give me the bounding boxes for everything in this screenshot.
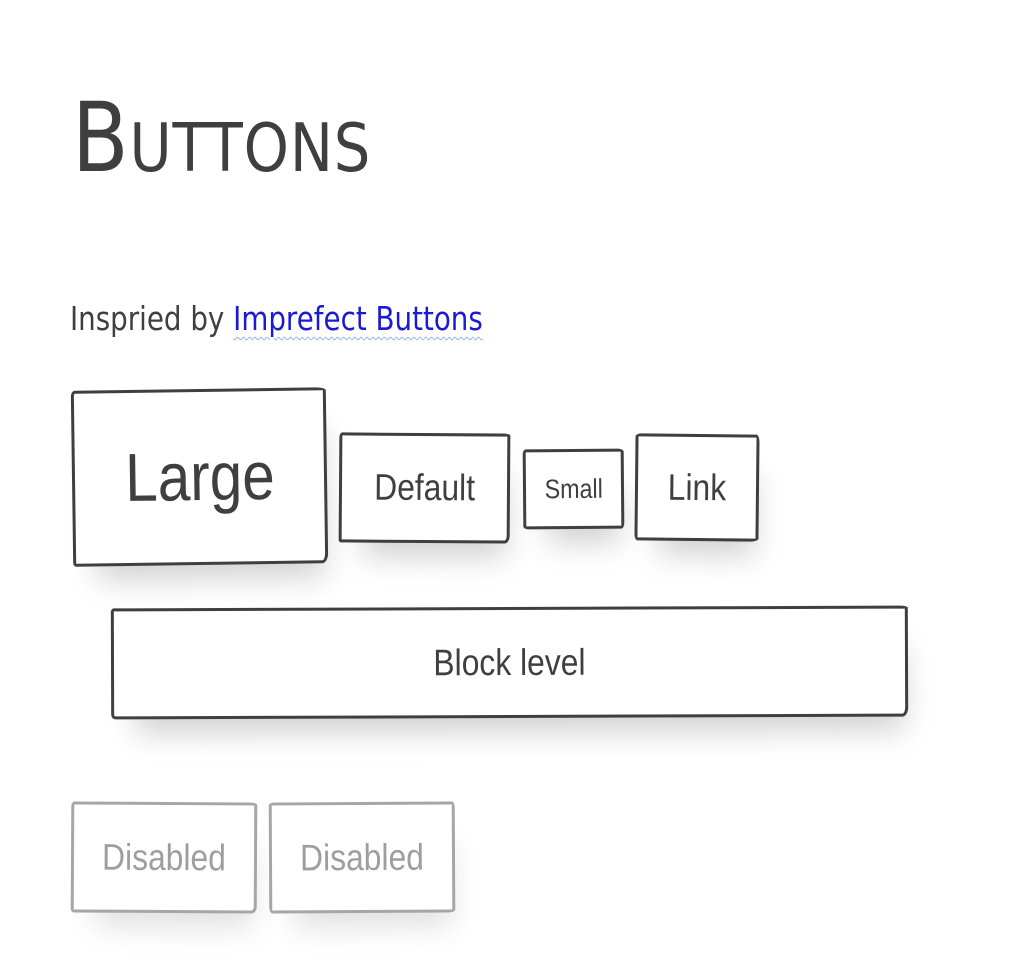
large-button[interactable]: Large (70, 387, 329, 567)
disabled-button-2: Disabled (268, 801, 456, 914)
link-button[interactable]: Link (634, 433, 760, 542)
disabled-button-1: Disabled (70, 801, 258, 914)
default-button[interactable]: Default (338, 432, 511, 544)
small-button-label: Small (544, 473, 603, 504)
small-button[interactable]: Small (522, 448, 625, 530)
intro-text: Inspried by (70, 299, 234, 338)
large-button-label: Large (124, 437, 275, 517)
disabled-button-2-label: Disabled (299, 836, 425, 878)
link-button-label: Link (667, 466, 727, 508)
disabled-button-1-label: Disabled (101, 836, 227, 878)
block-level-button[interactable]: Block level (110, 605, 909, 720)
page-title: Buttons (72, 82, 372, 194)
default-button-label: Default (373, 466, 476, 509)
imprefect-buttons-link[interactable]: Imprefect Buttons (233, 299, 483, 338)
intro-paragraph: Inspried by Imprefect Buttons (70, 296, 483, 342)
block-level-button-label: Block level (433, 641, 586, 683)
